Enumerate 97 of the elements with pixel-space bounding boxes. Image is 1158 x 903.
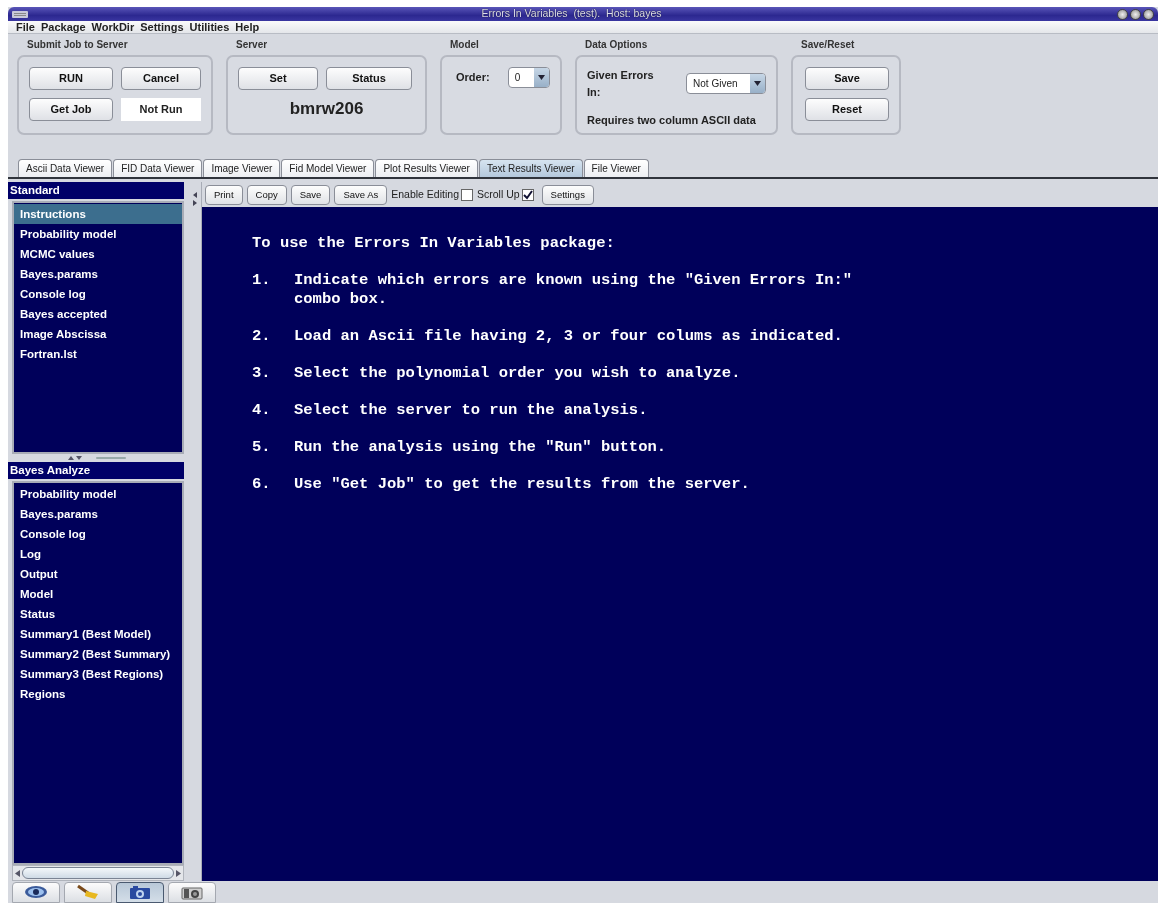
step-number: 5. (252, 438, 272, 458)
list-item[interactable]: MCMC values (14, 244, 182, 265)
tab[interactable]: Text Results Viewer (478, 159, 583, 178)
tab[interactable]: Fid Model Viewer (281, 159, 375, 178)
tab[interactable]: File Viewer (583, 159, 649, 178)
toolbar-button[interactable]: Save As (334, 184, 388, 205)
list-item[interactable]: Bayes.params (14, 504, 182, 525)
group-title: Model (449, 38, 480, 52)
list-item[interactable]: Probability model (14, 224, 182, 245)
check-icon (522, 189, 533, 200)
group-title: Save/Reset (800, 38, 856, 52)
tab[interactable]: FID Data Viewer (113, 159, 203, 178)
tab[interactable]: Plot Results Viewer (375, 159, 478, 178)
tool-button[interactable] (12, 882, 60, 903)
list-item[interactable]: Summary2 (Best Summary) (14, 644, 182, 665)
tool-button[interactable] (64, 882, 112, 903)
menu-item[interactable]: Help (235, 21, 260, 33)
close-button[interactable] (1143, 8, 1154, 20)
save-button[interactable]: Save (805, 67, 889, 90)
checkbox-label: Scroll Up (476, 186, 520, 202)
run-button[interactable]: RUN (29, 67, 113, 90)
panel-header: Standard (8, 182, 184, 200)
tool-button[interactable] (116, 882, 164, 903)
step-number: 3. (252, 364, 272, 384)
step-text: Select the server to run the analysis. (294, 401, 648, 421)
tab[interactable]: Ascii Data Viewer (18, 159, 113, 178)
broom-icon (76, 884, 100, 901)
list-item[interactable]: Model (14, 584, 182, 605)
toolbar-button[interactable]: Save (290, 184, 331, 205)
list-item[interactable]: Console log (14, 284, 182, 305)
errors-label: Given Errors In: (587, 68, 655, 100)
list-item[interactable]: Bayes accepted (14, 304, 182, 325)
list-item[interactable]: Summary3 (Best Regions) (14, 664, 182, 685)
step-number: 6. (252, 475, 272, 495)
list-item[interactable]: Fortran.lst (14, 344, 182, 365)
status-button[interactable]: Status (326, 67, 412, 90)
splitter-handle-icon (68, 455, 128, 462)
checkbox-label: Enable Editing (391, 186, 459, 202)
menu-item[interactable]: Settings (140, 21, 184, 33)
settings-button[interactable]: Settings (541, 184, 594, 205)
list-item[interactable]: Log (14, 544, 182, 565)
camera-icon (180, 884, 204, 901)
tab[interactable]: Image Viewer (203, 159, 281, 178)
list-item[interactable]: Bayes.params (14, 264, 182, 285)
scroll-right-icon (176, 869, 181, 877)
step-number: 2. (252, 327, 272, 347)
toolbar-button[interactable]: Copy (246, 184, 287, 205)
order-dropdown[interactable]: 0 (507, 67, 550, 88)
step-number: 1. (252, 271, 272, 291)
camera-icon (128, 884, 152, 901)
list-item[interactable]: Image Abscissa (14, 324, 182, 345)
menu-item[interactable]: Package (40, 21, 86, 33)
errors-dropdown[interactable]: Not Given (686, 73, 766, 94)
list-item[interactable]: Console log (14, 524, 182, 545)
horizontal-scrollbar[interactable] (12, 865, 184, 882)
get-job-button[interactable]: Get Job (29, 98, 113, 121)
instructions-heading: To use the Errors In Variables package: (252, 234, 616, 254)
window-menu-icon (12, 10, 28, 18)
splitter-arrows-icon (192, 192, 197, 207)
step-text: Indicate which errors are known using the "Given Errors In:" (294, 271, 853, 291)
minimize-button[interactable] (1117, 8, 1128, 20)
requirement-note: Requires two column ASCII data (587, 113, 757, 128)
step-text: combo box. (294, 290, 388, 310)
dropdown-arrow-icon (754, 81, 761, 86)
toolbar-button[interactable]: Print (205, 184, 243, 205)
server-name: bmrw206 (288, 98, 365, 120)
eye-icon (24, 884, 48, 901)
checkbox[interactable] (460, 188, 473, 201)
menu-item[interactable]: WorkDir (91, 21, 135, 33)
reset-button[interactable]: Reset (805, 98, 889, 121)
window-title: Errors In Variables (test). Host: bayes (480, 6, 663, 22)
dropdown-arrow-icon (538, 75, 545, 80)
menu-item[interactable]: File (16, 21, 35, 33)
step-text: Use "Get Job" to get the results from the server. (294, 475, 750, 495)
cancel-button[interactable]: Cancel (121, 67, 201, 90)
step-text: Run the analysis using the "Run" button. (294, 438, 667, 458)
group-title: Data Options (584, 38, 649, 52)
scroll-left-icon (15, 869, 20, 877)
list-item[interactable]: Probability model (14, 484, 182, 505)
list-item[interactable]: Summary1 (Best Model) (14, 624, 182, 645)
checkbox[interactable] (521, 188, 534, 201)
list-item[interactable]: Instructions (14, 204, 182, 225)
group-title: Submit Job to Server (26, 38, 129, 52)
menu-item[interactable]: Utilities (189, 21, 230, 33)
group-title: Server (235, 38, 269, 52)
status-label: Not Run (121, 98, 201, 121)
list-item[interactable]: Output (14, 564, 182, 585)
step-text: Select the polynomial order you wish to analyze. (294, 364, 741, 384)
list-item[interactable]: Status (14, 604, 182, 625)
list-item[interactable]: Regions (14, 684, 182, 705)
step-text: Load an Ascii file having 2, 3 or four colums as indicated. (294, 327, 843, 347)
maximize-button[interactable] (1130, 8, 1141, 20)
tool-button[interactable] (168, 882, 216, 903)
set-button[interactable]: Set (238, 67, 318, 90)
step-number: 4. (252, 401, 272, 421)
order-label: Order: (456, 70, 490, 86)
panel-header: Bayes Analyze (8, 462, 184, 480)
